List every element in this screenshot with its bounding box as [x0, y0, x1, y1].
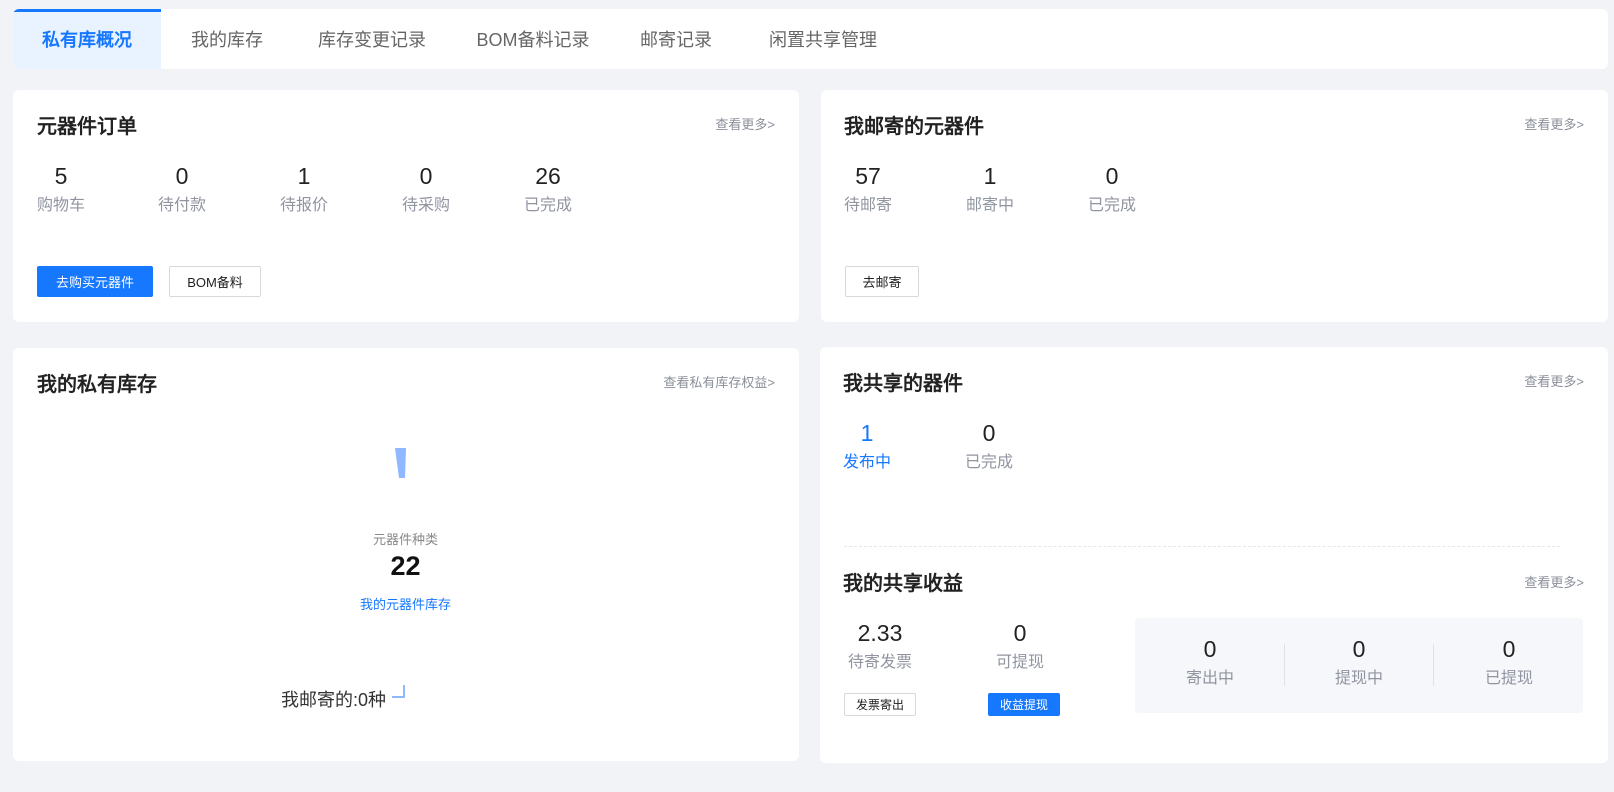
stat-label: 已完成 — [964, 454, 1013, 471]
chart-segment — [395, 448, 406, 478]
tab-overview[interactable]: 私有库概况 — [13, 9, 161, 69]
earnings-stat-invoice[interactable]: 2.33 待寄发票 — [835, 619, 925, 673]
stat-label: 可提现 — [995, 654, 1044, 671]
shared-card: 我共享的器件 查看更多> 1 发布中 0 已完成 我的共享收益 查看更多> 2.… — [820, 347, 1608, 763]
orders-stat-purchase[interactable]: 0 待采购 — [391, 162, 461, 216]
stat-value: 0 — [1203, 636, 1217, 662]
stat-label: 待邮寄 — [843, 197, 892, 214]
panel-stat-withdrawn[interactable]: 0 已提现 — [1474, 635, 1544, 689]
earnings-stat-withdrawable[interactable]: 0 可提现 — [975, 619, 1065, 673]
stat-label: 邮寄中 — [965, 197, 1014, 214]
stat-value: 26 — [535, 163, 561, 189]
stat-value: 5 — [54, 163, 68, 189]
mailed-label: 我邮寄的:0种 — [281, 690, 387, 710]
bom-button[interactable]: BOM备料 — [169, 266, 261, 297]
earnings-more-link[interactable]: 查看更多> — [1524, 572, 1584, 591]
stat-label: 待寄发票 — [847, 654, 912, 671]
stat-value: 0 — [982, 420, 996, 446]
stock-card: 我的私有库存 查看私有库存权益> 元器件种类 22 我的元器件库存 我邮寄的:0… — [13, 348, 799, 761]
stock-title: 我的私有库存 — [37, 374, 157, 396]
orders-stat-done[interactable]: 26 已完成 — [513, 162, 583, 216]
mail-stat-done[interactable]: 0 已完成 — [1077, 162, 1147, 216]
shared-stat-publishing[interactable]: 1 发布中 — [832, 419, 902, 473]
panel-stat-withdrawing[interactable]: 0 提现中 — [1324, 635, 1394, 689]
stat-label: 提现中 — [1334, 670, 1383, 687]
stat-label: 已提现 — [1484, 670, 1533, 687]
stat-value: 0 — [1502, 636, 1516, 662]
stat-value: 0 — [1013, 620, 1027, 646]
stat-value: 57 — [855, 163, 881, 189]
buy-components-button[interactable]: 去购买元器件 — [37, 266, 153, 297]
section-divider — [844, 546, 1560, 547]
stat-value: 2.33 — [857, 620, 903, 646]
stat-label: 待报价 — [279, 197, 328, 214]
stat-value: 0 — [1352, 636, 1366, 662]
shared-stat-done[interactable]: 0 已完成 — [954, 419, 1024, 473]
kind-label: 元器件种类 — [372, 532, 438, 547]
stat-label: 已完成 — [1087, 197, 1136, 214]
stat-value: 0 — [419, 163, 433, 189]
earnings-title: 我的共享收益 — [843, 573, 963, 595]
shared-more-link[interactable]: 查看更多> — [1524, 371, 1584, 390]
mail-more-link[interactable]: 查看更多> — [1524, 114, 1584, 133]
kind-value: 22 — [390, 551, 421, 581]
tab-idle-share[interactable]: 闲置共享管理 — [737, 9, 909, 69]
corner-mark-icon — [392, 685, 405, 698]
stat-value: 0 — [175, 163, 189, 189]
panel-divider — [1284, 644, 1285, 686]
stat-value: 1 — [297, 163, 311, 189]
send-invoice-button[interactable]: 发票寄出 — [844, 693, 916, 716]
withdraw-button[interactable]: 收益提现 — [988, 693, 1060, 716]
panel-stat-sending[interactable]: 0 寄出中 — [1175, 635, 1245, 689]
withdraw-status-panel: 0 寄出中 0 提现中 0 已提现 — [1135, 618, 1583, 713]
stat-value: 1 — [983, 163, 997, 189]
go-mail-button[interactable]: 去邮寄 — [845, 266, 919, 297]
tab-bar: 私有库概况 我的库存 库存变更记录 BOM备料记录 邮寄记录 闲置共享管理 — [13, 9, 1608, 69]
mail-title: 我邮寄的元器件 — [844, 116, 984, 138]
orders-stat-cart[interactable]: 5 购物车 — [26, 162, 96, 216]
tab-my-stock[interactable]: 我的库存 — [161, 9, 293, 69]
mail-stat-in-transit[interactable]: 1 邮寄中 — [955, 162, 1025, 216]
tab-bom-records[interactable]: BOM备料记录 — [451, 9, 615, 69]
tab-stock-changes[interactable]: 库存变更记录 — [293, 9, 451, 69]
orders-stat-unpaid[interactable]: 0 待付款 — [147, 162, 217, 216]
orders-card: 元器件订单 查看更多> 5 购物车 0 待付款 1 待报价 0 待采购 26 已… — [13, 90, 799, 322]
orders-more-link[interactable]: 查看更多> — [715, 114, 775, 133]
orders-title: 元器件订单 — [37, 116, 137, 138]
stat-label: 发布中 — [842, 454, 891, 471]
panel-divider — [1433, 644, 1434, 686]
inventory-link[interactable]: 我的元器件库存 — [13, 594, 798, 613]
stat-label: 待付款 — [157, 197, 206, 214]
stock-chart — [395, 448, 406, 478]
mail-card: 我邮寄的元器件 查看更多> 57 待邮寄 1 邮寄中 0 已完成 去邮寄 — [821, 90, 1608, 322]
stat-value: 1 — [860, 420, 874, 446]
mail-stat-pending[interactable]: 57 待邮寄 — [833, 162, 903, 216]
stock-rights-link[interactable]: 查看私有库存权益> — [663, 372, 775, 391]
stat-value: 0 — [1105, 163, 1119, 189]
shared-title: 我共享的器件 — [843, 373, 963, 395]
stat-label: 寄出中 — [1185, 670, 1234, 687]
stat-label: 已完成 — [523, 197, 572, 214]
stat-label: 购物车 — [36, 197, 85, 214]
tab-mail-records[interactable]: 邮寄记录 — [615, 9, 737, 69]
orders-stat-quote[interactable]: 1 待报价 — [269, 162, 339, 216]
stat-label: 待采购 — [401, 197, 450, 214]
